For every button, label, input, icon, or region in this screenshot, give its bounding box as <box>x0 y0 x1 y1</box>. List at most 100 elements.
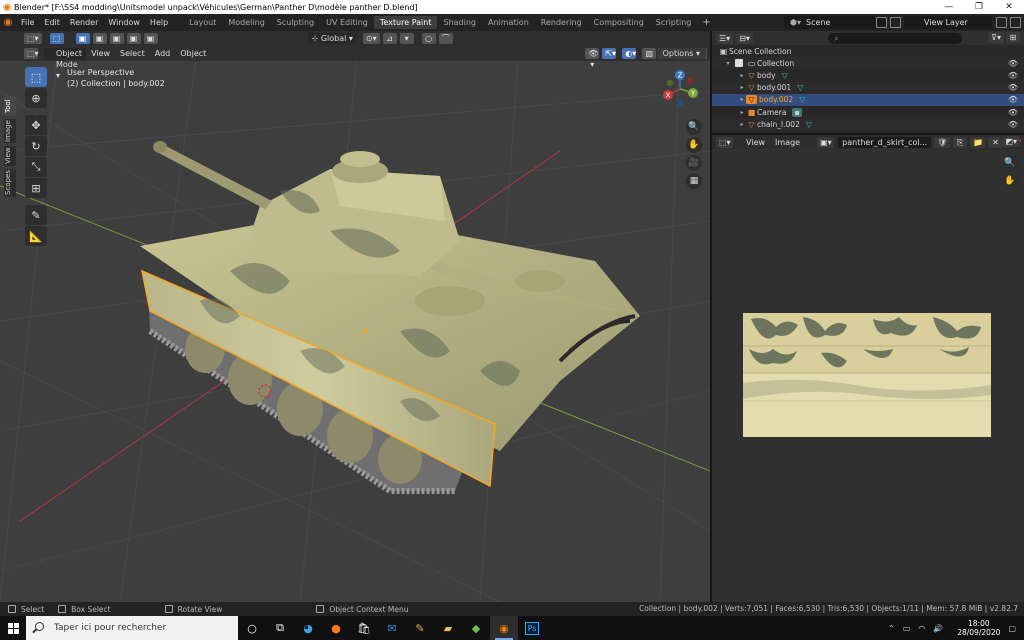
taskbar-search-input[interactable]: Taper ici pour rechercher <box>26 616 238 640</box>
app-icon[interactable]: ✎ <box>406 616 434 640</box>
fake-user-icon[interactable]: 🛡 <box>934 136 950 148</box>
unlink-image-icon[interactable]: ✕ <box>988 136 1003 148</box>
image-editor-type-icon[interactable]: ⬚▾ <box>716 136 734 148</box>
browse-image-icon[interactable]: ▣▾ <box>817 136 835 148</box>
navigation-gizmo[interactable]: Z X Y <box>660 69 700 109</box>
xray-toggle-icon[interactable]: ▨ <box>642 48 657 59</box>
outliner-search-input[interactable]: ⌕ <box>828 33 962 44</box>
expand-icon[interactable]: ▸ <box>738 72 746 79</box>
eye-icon[interactable]: 👁 <box>1008 120 1018 129</box>
list-item[interactable]: ▸ ▽ chain_l.002 ▽ 👁 <box>712 118 1024 131</box>
checkbox-icon[interactable] <box>735 59 743 68</box>
move-tool-icon[interactable]: ✥ <box>25 115 47 135</box>
select-mode-subtract-icon[interactable]: ▣ <box>109 33 124 44</box>
cursor-tool-icon[interactable]: ⊕ <box>25 88 47 108</box>
mesh-data-icon[interactable]: ▽ <box>806 120 812 129</box>
start-button[interactable] <box>0 616 26 640</box>
viewport-menu-add[interactable]: Add <box>150 49 176 58</box>
zoom-icon[interactable]: 🔍 <box>686 119 702 135</box>
wifi-icon[interactable]: ◠ <box>918 624 925 633</box>
viewport-editor-type-icon[interactable]: ⬚▾ <box>24 48 39 59</box>
expand-icon[interactable]: ▸ <box>738 109 746 116</box>
pan-hand-icon[interactable]: ✋ <box>686 137 702 153</box>
select-mode-invert-icon[interactable]: ▣ <box>126 33 141 44</box>
annotate-tool-icon[interactable]: ✎ <box>25 205 47 225</box>
viewport-menu-select[interactable]: Select <box>115 49 150 58</box>
tab-animation[interactable]: Animation <box>482 16 535 29</box>
visibility-icon[interactable]: 👁▾ <box>585 48 600 69</box>
tab-scopes[interactable]: Scopes <box>4 169 16 197</box>
photoshop-icon[interactable]: Ps <box>518 616 546 640</box>
proportional-falloff-icon[interactable]: ⌒ <box>438 33 453 44</box>
scene-selector[interactable]: ⬢▾ Scene <box>784 16 886 29</box>
menu-help[interactable]: Help <box>145 18 173 27</box>
rotate-tool-icon[interactable]: ↻ <box>25 136 47 156</box>
menu-file[interactable]: File <box>16 18 39 27</box>
viewport-menu-object[interactable]: Object <box>175 49 211 58</box>
expand-icon[interactable]: ▸ <box>738 96 746 103</box>
pivot-point-icon[interactable]: ⊙▾ <box>362 33 380 44</box>
tab-uv-editing[interactable]: UV Editing <box>320 16 374 29</box>
new-view-layer-icon[interactable] <box>996 17 1007 28</box>
tab-tool[interactable]: Tool <box>4 96 16 116</box>
cortana-icon[interactable]: ○ <box>238 616 266 640</box>
tab-modeling[interactable]: Modeling <box>222 16 270 29</box>
list-item[interactable]: ▣ Scene Collection <box>712 45 1024 57</box>
tab-sculpting[interactable]: Sculpting <box>271 16 320 29</box>
list-item[interactable]: ▸ ▽ body ▽ 👁 <box>712 69 1024 81</box>
eye-icon[interactable]: 👁 <box>1008 95 1018 104</box>
open-image-icon[interactable]: 📁 <box>969 136 986 148</box>
tab-layout[interactable]: Layout <box>183 16 222 29</box>
measure-tool-icon[interactable]: 📐 <box>25 226 47 246</box>
scale-tool-icon[interactable]: ⤡ <box>25 157 47 177</box>
snap-target-icon[interactable]: ▾ <box>399 33 414 44</box>
transform-orientation-select[interactable]: ⊹ Global ▾ <box>307 33 357 44</box>
firefox-icon[interactable]: ● <box>322 616 350 640</box>
delete-scene-icon[interactable] <box>890 17 901 28</box>
mail-icon[interactable]: ✉ <box>378 616 406 640</box>
new-image-icon[interactable]: ⎘ <box>952 136 967 148</box>
tab-view[interactable]: View <box>4 146 16 166</box>
tab-compositing[interactable]: Compositing <box>588 16 650 29</box>
menu-render[interactable]: Render <box>65 18 103 27</box>
network-icon[interactable]: ▭ <box>903 624 911 633</box>
3d-viewport[interactable]: ⬚▾ ⬚ ▣ ▣ ▣ ▣ ▣ ⊹ Global ▾ ⊙▾ ⊿ ▾ ○ ⌒ ⬚▾ … <box>0 31 710 602</box>
clock[interactable]: 18:00 28/09/2020 <box>957 619 1000 637</box>
expand-icon[interactable]: ▸ <box>738 84 746 91</box>
add-workspace-button[interactable]: + <box>697 17 715 28</box>
store-icon[interactable]: 🛍 <box>350 616 378 640</box>
task-view-icon[interactable]: ⧉ <box>266 616 294 640</box>
image-zoom-icon[interactable]: 🔍 <box>1002 155 1018 171</box>
image-pan-hand-icon[interactable]: ✋ <box>1002 173 1018 189</box>
select-mode-intersect-icon[interactable]: ▣ <box>143 33 158 44</box>
display-channels-icon[interactable]: ◩▾ <box>1002 136 1020 147</box>
expand-icon[interactable]: ▾ <box>724 60 732 67</box>
folder-icon[interactable]: ▰ <box>434 616 462 640</box>
object-mode-select[interactable]: Object Mode ▾ <box>44 48 87 80</box>
eye-icon[interactable]: 👁 <box>1008 83 1018 92</box>
tab-texture-paint[interactable]: Texture Paint <box>373 16 438 29</box>
tab-rendering[interactable]: Rendering <box>535 16 588 29</box>
list-item[interactable]: ▸ ▽ body.001 ▽ 👁 <box>712 81 1024 94</box>
proportional-edit-icon[interactable]: ○ <box>421 33 436 44</box>
image-menu-view[interactable]: View <box>741 138 770 147</box>
overlays-toggle-icon[interactable]: ◐▾ <box>622 48 637 59</box>
expand-icon[interactable]: ▸ <box>738 121 746 128</box>
display-mode-icon[interactable]: ⊟▾ <box>736 32 753 44</box>
transform-tool-icon[interactable]: ⊞ <box>25 178 47 198</box>
eye-icon[interactable]: 👁 <box>1008 108 1018 117</box>
list-item[interactable]: ▾ ▭ Collection 👁 <box>712 57 1024 70</box>
camera-view-icon[interactable]: 🎥 <box>686 155 702 171</box>
image-menu-image[interactable]: Image <box>770 138 805 147</box>
snap-icon[interactable]: ⊿ <box>382 33 397 44</box>
options-button[interactable]: Options ▾ <box>656 48 706 59</box>
menu-window[interactable]: Window <box>103 18 145 27</box>
notifications-icon[interactable]: ▢ <box>1008 624 1016 633</box>
select-mode-new-icon[interactable]: ▣ <box>75 33 90 44</box>
close-icon[interactable]: ✕ <box>994 2 1024 12</box>
image-name-field[interactable]: panther_d_skirt_col... <box>838 136 932 148</box>
minimize-icon[interactable]: — <box>934 2 964 12</box>
app-green-icon[interactable]: ◆ <box>462 616 490 640</box>
view-layer-selector[interactable]: View Layer <box>904 16 992 29</box>
menu-edit[interactable]: Edit <box>39 18 65 27</box>
